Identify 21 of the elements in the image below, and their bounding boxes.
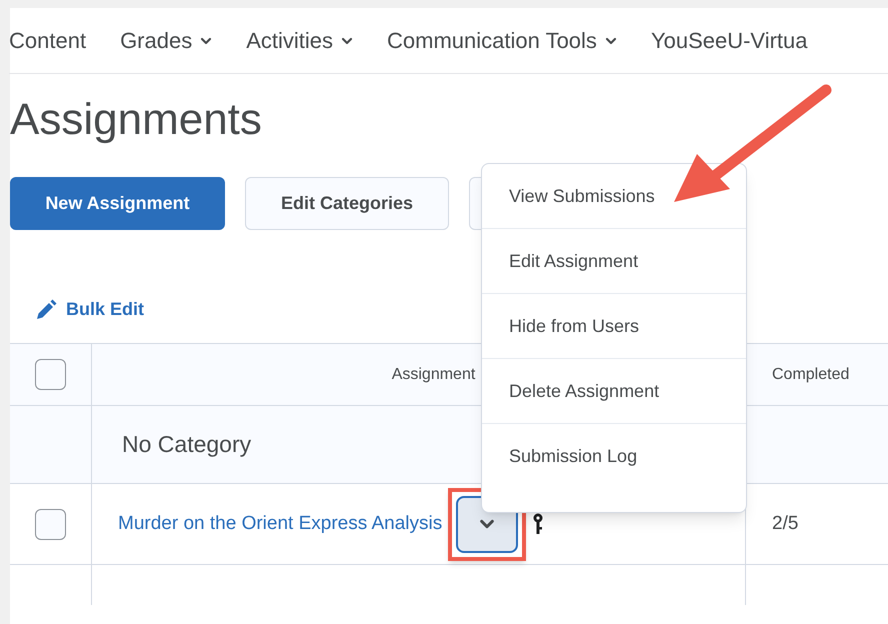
assignment-link[interactable]: Murder on the Orient Express Analysis	[118, 510, 442, 538]
completed-count: 2/5	[772, 512, 798, 536]
edit-categories-button[interactable]: Edit Categories	[245, 177, 449, 230]
nav-link[interactable]: YouSeeU-Virtua	[650, 24, 808, 57]
checkbox[interactable]	[35, 508, 66, 540]
menu-item[interactable]: Submission Log	[482, 424, 746, 489]
menu-item[interactable]: Hide from Users	[482, 294, 746, 359]
pencil-icon	[34, 298, 58, 322]
page-title: Assignments	[10, 98, 262, 142]
nav-link[interactable]: Grades	[120, 24, 212, 57]
checkbox[interactable]	[35, 359, 66, 390]
column-header: Completed	[772, 364, 850, 384]
nav-link[interactable]: Content	[9, 24, 86, 57]
bulk-edit-link[interactable]: Bulk Edit	[34, 296, 144, 323]
nav-link[interactable]: Activities	[246, 24, 354, 57]
nav-link[interactable]: Communication Tools	[387, 24, 617, 57]
new-assignment-button[interactable]: New Assignment	[10, 177, 225, 230]
menu-item[interactable]: Edit Assignment	[482, 229, 746, 294]
menu-item[interactable]: Delete Assignment	[482, 359, 746, 424]
category-heading: No Category	[122, 430, 252, 460]
column-header: Assignment	[390, 364, 476, 384]
